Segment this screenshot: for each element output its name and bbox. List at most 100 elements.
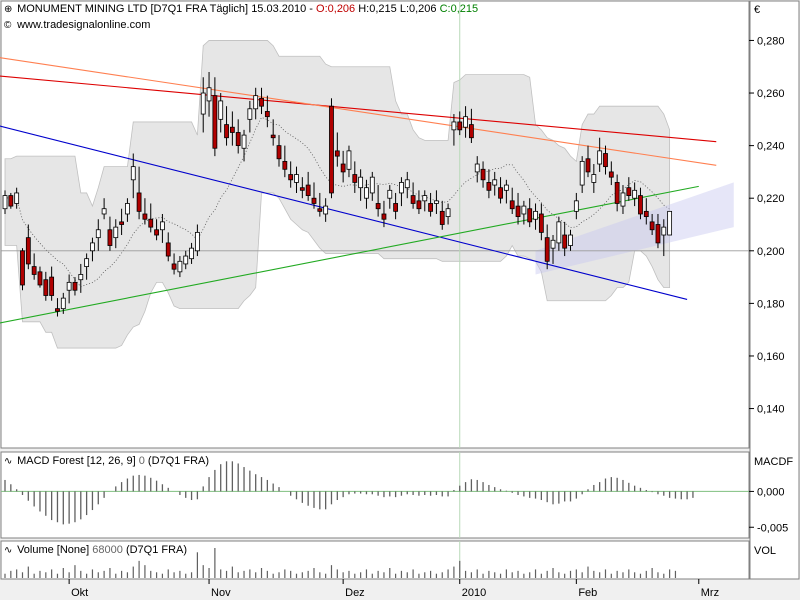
candle-body xyxy=(14,192,20,204)
high-value: H:0,215 xyxy=(358,3,397,15)
candle-body xyxy=(521,205,527,215)
volume-title: ∿ Volume [None] 68000 (D7Q1 FRA) xyxy=(4,544,187,556)
candle-body xyxy=(177,260,183,273)
candle-body xyxy=(643,210,649,218)
candle-body xyxy=(229,126,235,133)
candle-body xyxy=(568,234,573,246)
bottom-axis-area xyxy=(1,580,799,599)
candle-body xyxy=(608,171,614,178)
candle-body xyxy=(37,271,43,286)
candle-body xyxy=(597,150,603,165)
x-tick-label: Mrz xyxy=(701,587,719,599)
candle-body xyxy=(90,242,95,252)
candle-body xyxy=(95,229,101,239)
low-value: L:0,206 xyxy=(399,3,437,15)
candle-body xyxy=(66,281,72,291)
candle-body xyxy=(235,132,241,147)
candle-body xyxy=(457,121,463,131)
indicator-wave-icon[interactable]: ∿ xyxy=(4,545,14,556)
close-value: C:0,215 xyxy=(439,3,479,15)
macd-axis-label: MACDF xyxy=(754,456,794,468)
candle-body xyxy=(422,195,428,202)
volume-title-text: Volume [None] xyxy=(17,544,90,556)
price-tick-label: 0,240 xyxy=(757,141,785,153)
candle-body xyxy=(288,174,294,181)
candle-body xyxy=(84,258,90,267)
price-tick-label: 0,260 xyxy=(757,88,785,100)
candle-body xyxy=(638,195,643,215)
source-line: © www.tradesignalonline.com xyxy=(4,19,150,31)
x-tick-label: Dez xyxy=(345,587,365,599)
candle-body xyxy=(468,124,474,139)
candle-body xyxy=(515,205,521,218)
candle-body xyxy=(60,297,66,310)
macd-tick-label: -0,005 xyxy=(757,522,788,534)
price-tick-label: 0,280 xyxy=(757,35,785,47)
candle-body xyxy=(649,221,655,231)
candle-body xyxy=(247,108,253,120)
candle-body xyxy=(538,213,544,233)
candle-body xyxy=(667,210,673,236)
candle-body xyxy=(8,195,14,207)
candle-body xyxy=(119,221,124,225)
date-label: 15.03.2010 xyxy=(251,3,307,15)
candle-body xyxy=(148,218,154,228)
candle-body xyxy=(533,210,538,220)
indicator-wave-icon[interactable]: ∿ xyxy=(4,456,14,467)
candle-body xyxy=(503,184,509,191)
candle-body xyxy=(655,224,661,244)
macd-title: ∿ MACD Forest [12, 26, 9] 0 (D7Q1 FRA) xyxy=(4,455,209,467)
x-tick-label: Nov xyxy=(211,587,231,599)
candle-body xyxy=(632,189,638,199)
candle-body xyxy=(445,208,451,218)
candle-body xyxy=(585,158,591,173)
candle-body xyxy=(387,189,393,199)
candle-body xyxy=(603,153,608,168)
price-tick-label: 0,220 xyxy=(757,193,785,205)
candle-body xyxy=(31,266,37,275)
candle-body xyxy=(620,192,626,207)
x-tick-label: Okt xyxy=(71,587,88,599)
candle-body xyxy=(661,226,667,236)
candle-body xyxy=(200,92,206,115)
candle-body xyxy=(434,200,439,204)
candle-body xyxy=(25,237,31,265)
chart-canvas: 0,140 0,160 0,180 0,200 0,220 0,240 0,260 0,280… xyxy=(0,0,800,599)
candle-body xyxy=(299,187,305,191)
candle-body xyxy=(72,281,78,291)
macd-zero-flag: 0 xyxy=(138,455,145,467)
candle-body xyxy=(393,203,399,212)
candle-body xyxy=(241,134,247,149)
chart-toggle-icon[interactable]: ⊕ xyxy=(4,4,14,15)
candle-body xyxy=(130,166,136,181)
chart-header: ⊕ MONUMENT MINING LTD [D7Q1 FRA Täglich]… xyxy=(4,3,479,15)
candle-body xyxy=(480,168,486,181)
candle-body xyxy=(253,95,259,110)
candle-body xyxy=(206,87,212,102)
interval-label: Täglich] xyxy=(209,3,249,15)
candle-body xyxy=(189,247,194,260)
candle-body xyxy=(276,145,282,160)
candle-body xyxy=(49,276,55,296)
candle-body xyxy=(136,192,142,212)
x-tick-label: Feb xyxy=(578,587,597,599)
candle-body xyxy=(550,239,556,249)
candle-body xyxy=(160,221,165,231)
candle-body xyxy=(492,179,498,186)
candle-body xyxy=(626,187,632,196)
candle-body xyxy=(183,255,189,265)
candle-body xyxy=(573,200,579,212)
candle-body xyxy=(171,263,177,270)
copyright-icon: © xyxy=(4,20,12,31)
candle-body xyxy=(463,116,468,128)
candle-body xyxy=(20,250,25,286)
candle-body xyxy=(498,187,503,199)
candle-body xyxy=(282,160,288,170)
candle-body xyxy=(43,279,49,296)
candle-body xyxy=(416,200,422,210)
open-value: O:0,206 xyxy=(316,3,356,15)
candle-body xyxy=(474,163,480,173)
candle-body xyxy=(364,187,369,199)
candle-body xyxy=(410,195,416,204)
candle-body xyxy=(125,203,130,215)
